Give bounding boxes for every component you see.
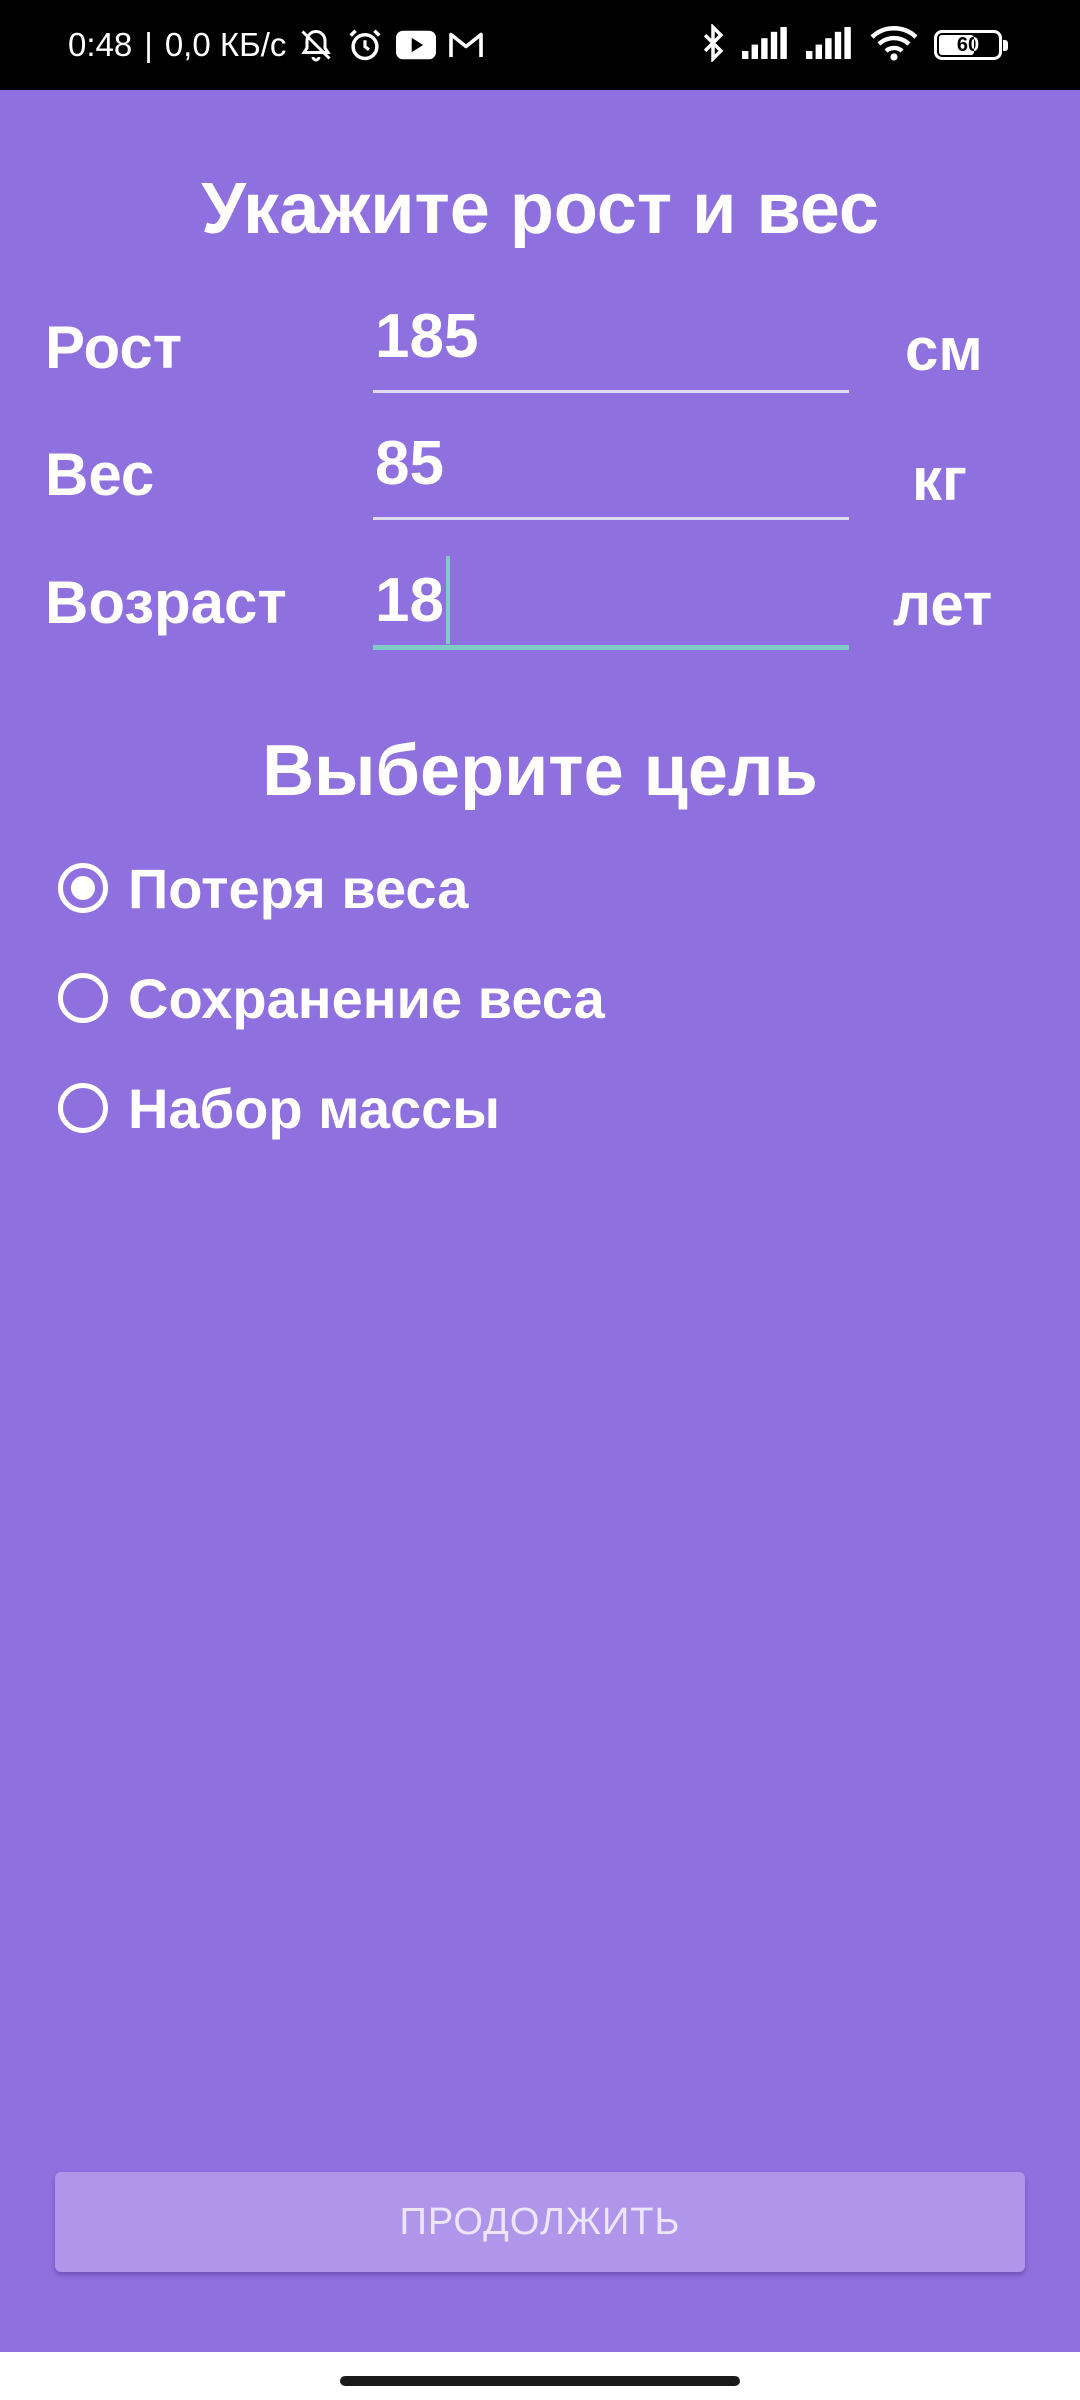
age-value: 18 [375, 565, 444, 635]
text-cursor [445, 556, 450, 644]
radio-weight-maintain[interactable]: Сохранение веса [58, 958, 605, 1038]
continue-button[interactable]: ПРОДОЛЖИТЬ [55, 2172, 1025, 2272]
status-bar: 0:48 | 0,0 КБ/с 60 [0, 0, 1080, 90]
alarm-icon [346, 26, 384, 64]
navigation-bar [0, 2352, 1080, 2400]
home-indicator[interactable] [340, 2376, 740, 2386]
status-left: 0:48 | 0,0 КБ/с [68, 0, 484, 90]
radio-label: Потеря веса [128, 856, 469, 920]
network-speed: 0,0 КБ/с [164, 26, 287, 63]
weight-unit: кг [912, 446, 968, 513]
battery-level: 60 [956, 33, 980, 56]
radio-mass-gain[interactable]: Набор массы [58, 1068, 500, 1148]
status-time: 0:48 [68, 26, 133, 63]
signal-icon [742, 26, 790, 64]
goal-title: Выберите цель [262, 731, 818, 811]
weight-row: Вес 85 кг [0, 420, 1080, 550]
bluetooth-icon [700, 22, 726, 67]
height-row: Рост 185 см [0, 293, 1080, 423]
age-label: Возраст [45, 569, 287, 636]
signal-icon [806, 26, 854, 64]
radio-weight-loss[interactable]: Потеря веса [58, 848, 468, 928]
weight-label: Вес [45, 441, 155, 508]
age-value-wrap: 18 [375, 556, 450, 644]
height-unit: см [905, 316, 983, 383]
height-value: 185 [375, 302, 479, 371]
height-input[interactable]: 185 [373, 293, 849, 393]
status-right: 60 [700, 0, 1008, 90]
battery-icon: 60 [934, 30, 1008, 60]
form-title: Укажите рост и вес [201, 169, 879, 249]
radio-button[interactable] [58, 863, 108, 913]
bell-off-icon [298, 27, 334, 63]
weight-value: 85 [375, 429, 444, 498]
radio-label: Сохранение веса [128, 966, 605, 1030]
age-input[interactable]: 18 [373, 548, 849, 650]
youtube-icon [396, 30, 437, 60]
radio-button[interactable] [58, 973, 108, 1023]
weight-input[interactable]: 85 [373, 420, 849, 520]
radio-button[interactable] [58, 1083, 108, 1133]
wifi-icon [870, 25, 918, 66]
gmail-icon [448, 31, 484, 59]
status-separator: | [144, 26, 153, 63]
age-unit: лет [893, 571, 993, 638]
age-row: Возраст 18 лет [0, 548, 1080, 678]
height-label: Рост [45, 314, 183, 381]
radio-label: Набор массы [128, 1076, 501, 1140]
